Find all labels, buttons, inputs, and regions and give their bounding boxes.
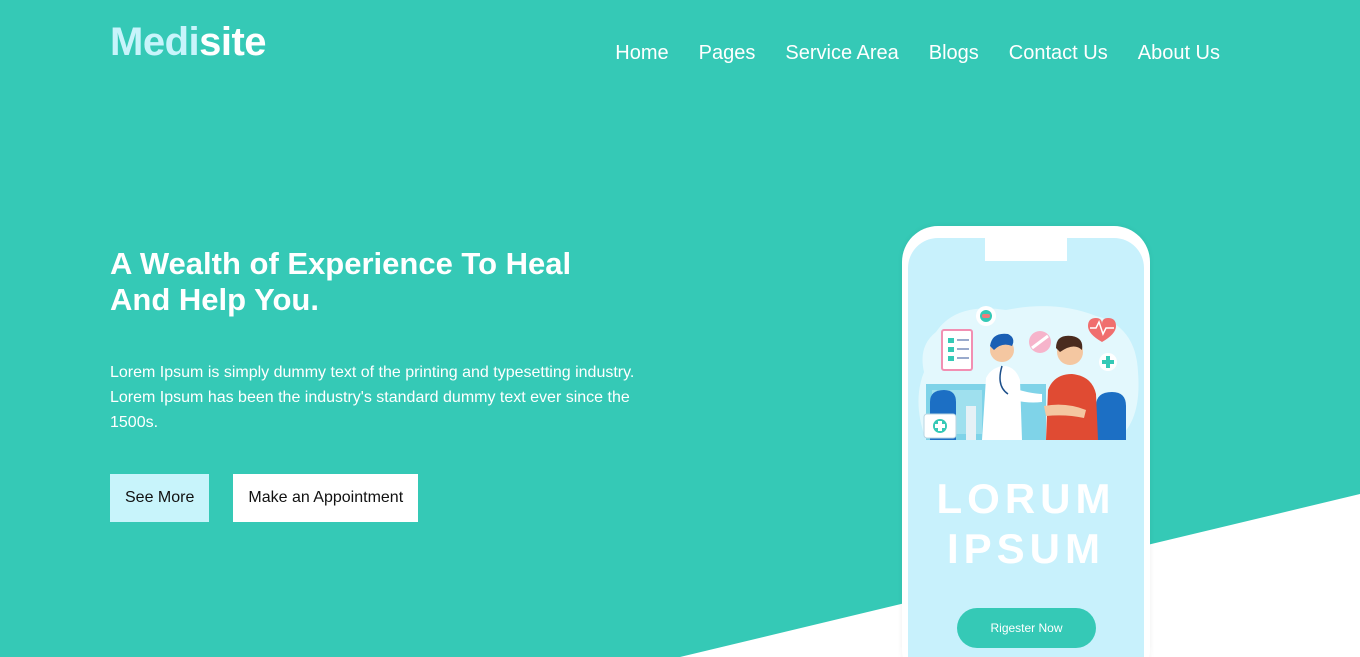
promo-line-2: IPSUM	[946, 525, 1105, 572]
hero-section: A Wealth of Experience To Heal And Help …	[110, 246, 670, 435]
phone-mockup: LORUM IPSUM Rigester Now	[902, 226, 1150, 657]
nav-pages[interactable]: Pages	[699, 42, 756, 65]
promo-title: LORUM IPSUM	[908, 474, 1144, 574]
nav-about-us[interactable]: About Us	[1138, 42, 1220, 65]
hero-buttons: See More Make an Appointment	[110, 474, 419, 522]
register-now-button[interactable]: Rigester Now	[957, 608, 1096, 648]
phone-screen: LORUM IPSUM Rigester Now	[908, 238, 1144, 657]
promo-line-1: LORUM	[936, 475, 1116, 522]
see-more-button[interactable]: See More	[110, 474, 210, 522]
nav-blogs[interactable]: Blogs	[929, 42, 979, 65]
nav-contact-us[interactable]: Contact Us	[1009, 42, 1108, 65]
hero-title: A Wealth of Experience To Heal And Help …	[110, 246, 572, 317]
phone-notch	[985, 238, 1067, 261]
logo-part-1: Medi	[110, 20, 200, 64]
doctor-patient-illustration	[918, 306, 1139, 440]
make-appointment-button[interactable]: Make an Appointment	[233, 474, 419, 522]
main-nav: Home Pages Service Area Blogs Contact Us…	[615, 42, 1220, 65]
nav-service-area[interactable]: Service Area	[785, 42, 898, 65]
nav-home[interactable]: Home	[615, 42, 668, 65]
logo-part-2: site	[199, 20, 267, 64]
site-header: Medisite Home Pages Service Area Blogs C…	[0, 0, 1360, 110]
hero-description: Lorem Ipsum is simply dummy text of the …	[110, 364, 635, 431]
logo[interactable]: Medisite	[110, 20, 267, 65]
